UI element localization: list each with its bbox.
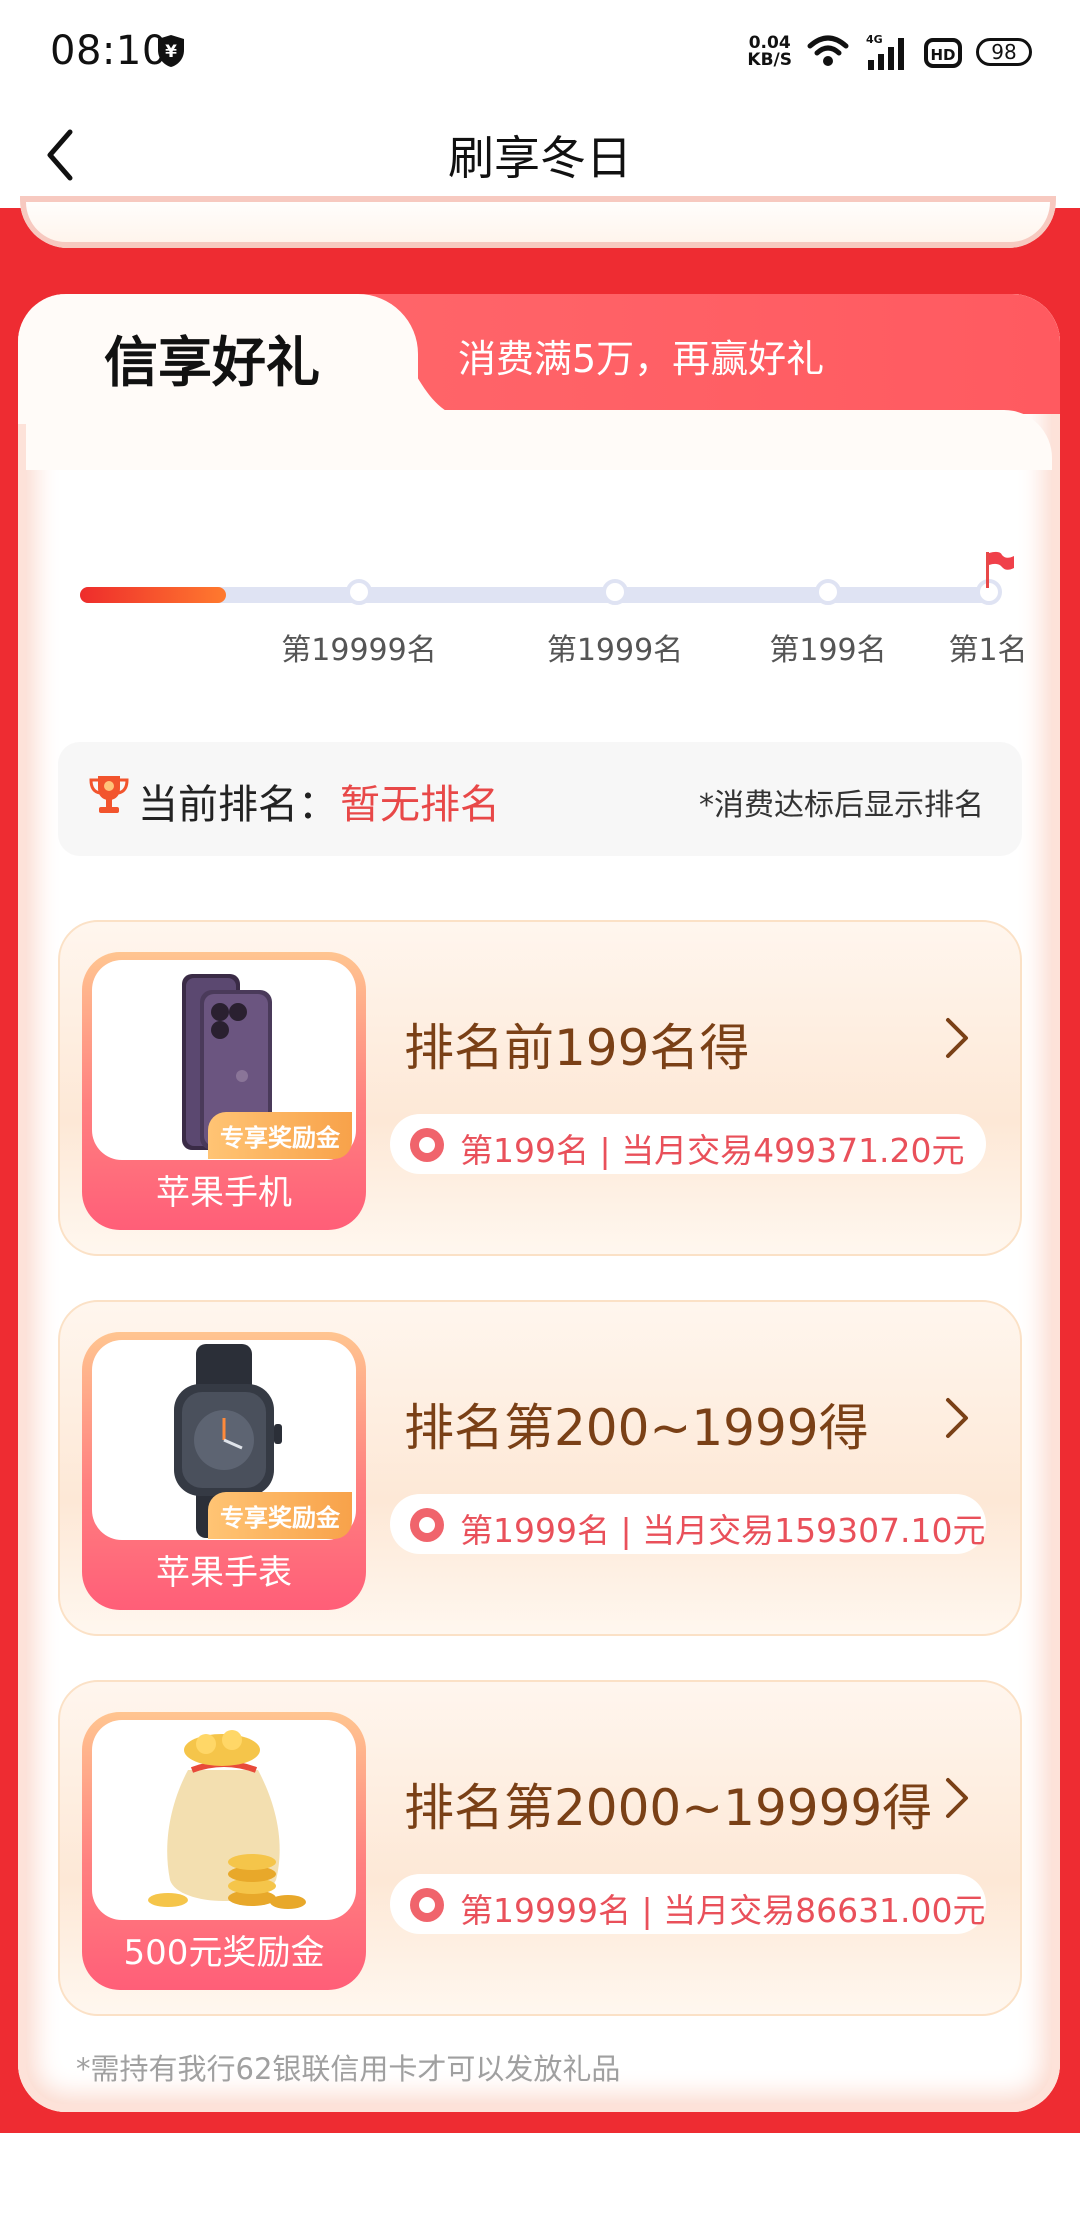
reward-thumbnail: 专享奖励金 苹果手表 — [82, 1332, 366, 1610]
reward-info-pill: 第199名 | 当月交易499371.20元 — [390, 1114, 986, 1174]
rank-note: *消费达标后显示排名 — [699, 788, 984, 823]
payment-shield-icon: ¥ — [158, 35, 184, 67]
battery-indicator: 98 — [976, 38, 1032, 66]
trophy-icon — [89, 776, 129, 813]
current-rank-label: 当前排名： — [138, 782, 338, 828]
milestone-label: 第19999名 — [281, 633, 437, 668]
reward-info-pill: 第19999名 | 当月交易86631.00元 — [390, 1874, 986, 1934]
progress-node — [346, 579, 372, 605]
reward-info-text: 第1999名 | 当月交易159307.10元 — [460, 1511, 986, 1550]
status-icons: 0.04 KB/S 4G HD 98 — [747, 30, 1032, 74]
reward-info-pill: 第1999名 | 当月交易159307.10元 — [390, 1494, 986, 1554]
money-bag-image — [148, 1730, 306, 1909]
reward-thumbnail: 专享奖励金 苹果手机 — [82, 952, 366, 1230]
footnote: *需持有我行62银联信用卡才可以发放礼品 — [76, 2052, 621, 2086]
milestone-label: 第1999名 — [546, 633, 684, 668]
reward-item-top199[interactable]: 专享奖励金 苹果手机 排名前199名得 第199名 | 当月交易499371.2… — [58, 920, 1022, 1256]
card-body-top — [26, 410, 1052, 470]
reward-title: 排名第2000~19999得 — [404, 1779, 933, 1837]
progress-node — [602, 579, 628, 605]
hd-call-icon: HD — [924, 38, 962, 68]
network-speed: 0.04 KB/S — [747, 33, 792, 70]
reward-title: 排名前199名得 — [404, 1019, 750, 1077]
reward-thumb-label: 苹果手机 — [156, 1173, 292, 1213]
progress-node — [815, 579, 841, 605]
flag-icon — [986, 551, 1014, 588]
previous-card-edge — [20, 196, 1056, 248]
reward-info-text: 第19999名 | 当月交易86631.00元 — [460, 1891, 986, 1930]
chevron-right-icon[interactable] — [942, 1014, 972, 1062]
wifi-icon — [807, 35, 849, 66]
svg-text:HD: HD — [930, 46, 955, 64]
reward-thumbnail: 500元奖励金 — [82, 1712, 366, 1990]
tab-xinxiang-haoli[interactable]: 信享好礼 — [104, 318, 320, 397]
milestone-label: 第1名 — [948, 633, 1028, 668]
cell-signal-icon: 4G — [866, 33, 904, 70]
svg-text:4G: 4G — [866, 33, 883, 46]
chevron-right-icon[interactable] — [942, 1774, 972, 1822]
status-time: 08:10 — [50, 28, 168, 74]
rank-medal-icon — [410, 1508, 444, 1542]
reward-item-2000-19999[interactable]: 500元奖励金 排名第2000~19999得 第19999名 | 当月交易866… — [58, 1680, 1022, 2016]
exclusive-bonus-badge: 专享奖励金 — [208, 1492, 352, 1539]
reward-item-200-1999[interactable]: 专享奖励金 苹果手表 排名第200~1999得 第1999名 | 当月交易159… — [58, 1300, 1022, 1636]
status-bar: 08:10 ¥ 0.04 KB/S 4G HD 98 — [0, 0, 1080, 100]
tab-spend-50k[interactable]: 消费满5万，再赢好礼 — [458, 328, 824, 383]
rank-medal-icon — [410, 1888, 444, 1922]
rank-progress-fill — [80, 587, 226, 603]
svg-text:¥: ¥ — [165, 42, 177, 62]
reward-title: 排名第200~1999得 — [404, 1399, 869, 1457]
exclusive-bonus-badge: 专享奖励金 — [208, 1112, 352, 1159]
page-title: 刷享冬日 — [448, 131, 632, 185]
reward-info-text: 第199名 | 当月交易499371.20元 — [460, 1131, 965, 1170]
page-bottom — [0, 2134, 1080, 2232]
rank-medal-icon — [410, 1128, 444, 1162]
reward-thumb-label: 苹果手表 — [156, 1553, 292, 1593]
reward-thumb-label: 500元奖励金 — [123, 1933, 325, 1973]
chevron-right-icon[interactable] — [942, 1394, 972, 1442]
current-rank-value: 暂无排名 — [340, 782, 500, 828]
milestone-label: 第199名 — [769, 633, 887, 668]
